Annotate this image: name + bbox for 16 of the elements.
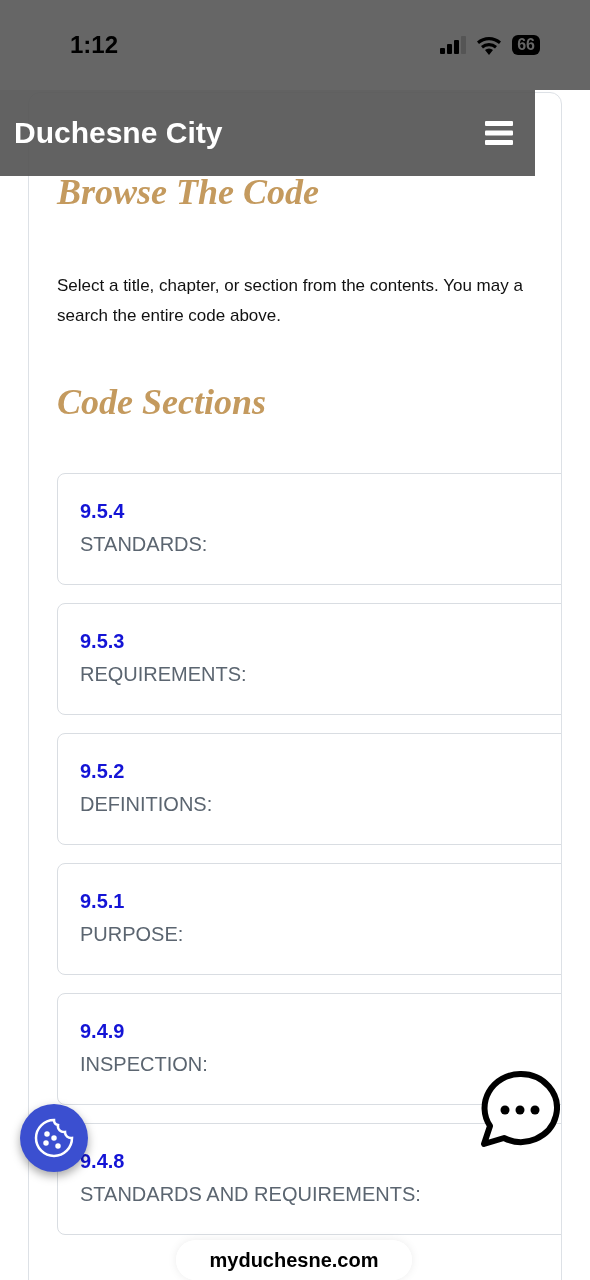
- code-section-link[interactable]: 9.5.2 DEFINITIONS:: [57, 733, 561, 845]
- cookie-icon: [32, 1116, 76, 1160]
- code-section-link[interactable]: 9.5.4 STANDARDS:: [57, 473, 561, 585]
- site-title[interactable]: Duchesne City: [14, 116, 223, 150]
- wifi-icon: [476, 35, 503, 55]
- signal-icon: [440, 36, 467, 54]
- clock: 1:12: [70, 31, 119, 59]
- intro-text: Select a title, chapter, or section from the contents. You may a search the entire code above.: [57, 275, 524, 327]
- menu-icon: [485, 121, 513, 145]
- code-section-link[interactable]: 9.5.1 PURPOSE:: [57, 863, 561, 975]
- battery-level: 66: [512, 35, 540, 55]
- menu-button[interactable]: [485, 121, 513, 145]
- section-heading: Code Sections: [57, 381, 267, 423]
- code-section-link[interactable]: 9.5.3 REQUIREMENTS:: [57, 603, 561, 715]
- section-heading: Browse The Code: [57, 171, 320, 213]
- address-bar[interactable]: myduchesne.com: [176, 1240, 412, 1280]
